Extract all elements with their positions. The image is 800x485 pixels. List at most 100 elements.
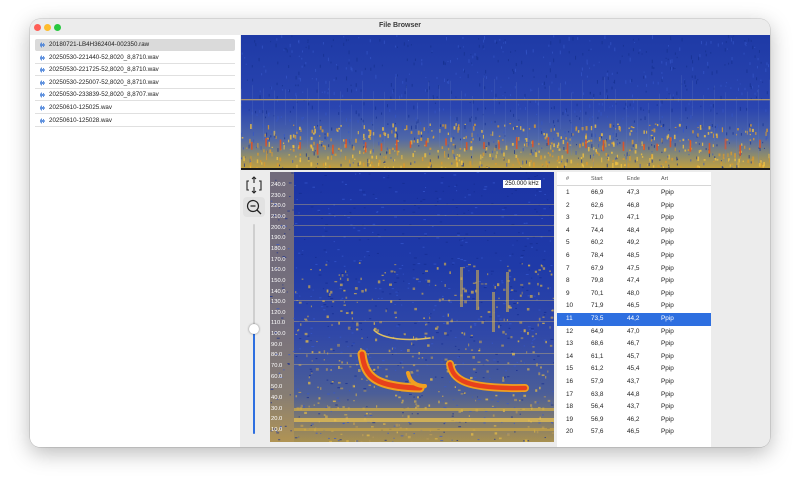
- table-cell: 19: [566, 415, 574, 423]
- file-list-item[interactable]: 20250530-233839-52,8020_8,8707.wav: [35, 89, 235, 102]
- file-name: 20180721-LB4H362404-002350.raw: [49, 41, 150, 48]
- zoomed-spectrogram[interactable]: 250.000 kHz 240.0 230.0 220.0 210.0 200.0 190…: [270, 172, 554, 442]
- column-header-ende[interactable]: Ende: [627, 176, 640, 182]
- table-cell: Ppip: [661, 201, 674, 209]
- table-row[interactable]: 16 57,9 43,7 Ppip: [557, 376, 711, 389]
- table-cell: 64,9: [591, 327, 604, 335]
- frequency-tick-label: 70.0: [271, 363, 283, 370]
- table-cell: 5: [566, 239, 570, 247]
- overview-spectrogram[interactable]: [241, 35, 770, 168]
- table-cell: 67,9: [591, 264, 604, 272]
- table-cell: 10: [566, 302, 574, 310]
- table-cell: 71,9: [591, 302, 604, 310]
- table-cell: 63,8: [591, 390, 604, 398]
- file-list: 20180721-LB4H362404-002350.raw 20250530-2…: [30, 35, 240, 447]
- table-cell: 47,4: [627, 277, 640, 285]
- overview-divider: [241, 168, 770, 170]
- frequency-tick-label: 210.0: [271, 213, 286, 220]
- table-row[interactable]: 18 56,4 43,7 Ppip: [557, 401, 711, 414]
- frequency-tick-label: 40.0: [271, 395, 283, 401]
- table-cell: 6: [566, 252, 570, 259]
- spectrogram-toolbar: [241, 172, 268, 447]
- file-list-item[interactable]: 20250530-225007-52,8020_8,8710.wav: [35, 77, 235, 89]
- table-row[interactable]: 8 79,8 47,4 Ppip: [557, 275, 711, 288]
- table-row[interactable]: 1 66,9 47,3 Ppip: [557, 187, 711, 200]
- fit-vertical-icon: [246, 176, 262, 194]
- file-list-item[interactable]: 20180721-LB4H362404-002350.raw: [35, 39, 235, 51]
- file-list-item[interactable]: 20250530-221440-52,8020_8,8710.wav: [35, 52, 235, 64]
- table-cell: 17: [566, 390, 574, 398]
- waveform-icon: [40, 55, 45, 61]
- column-header-start[interactable]: Start: [591, 176, 603, 182]
- file-list-item[interactable]: 20250610-125025.wav: [35, 102, 235, 114]
- file-name: 20250530-233839-52,8020_8,8707.wav: [49, 91, 159, 99]
- table-cell: 70,1: [591, 289, 604, 297]
- table-row[interactable]: 20 57,6 46,5 Ppip: [557, 426, 711, 439]
- table-row[interactable]: 7 67,9 47,5 Ppip: [557, 263, 711, 276]
- frequency-readout: 250.000 kHz: [503, 180, 541, 188]
- table-row[interactable]: 3 71,0 47,1 Ppip: [557, 212, 711, 225]
- table-cell: 47,0: [627, 327, 640, 335]
- table-row[interactable]: 9 70,1 48,0 Ppip: [557, 288, 711, 301]
- table-cell: 46,5: [627, 428, 640, 436]
- zoom-slider-knob[interactable]: [249, 324, 259, 334]
- table-cell: 2: [566, 201, 570, 209]
- frequency-tick-label: 110.0: [271, 320, 286, 327]
- table-cell: 46,5: [627, 302, 640, 310]
- table-cell: 68,6: [591, 340, 604, 348]
- table-row[interactable]: 5 60,2 49,2 Ppip: [557, 237, 711, 250]
- table-cell: Ppip: [661, 226, 674, 234]
- zoomed-spectrogram-image: [270, 172, 554, 442]
- frequency-tick-label: 190.0: [271, 235, 286, 242]
- table-cell: 74,4: [591, 226, 604, 234]
- frequency-tick-label: 170.0: [271, 256, 286, 263]
- table-row[interactable]: 15 61,2 45,4 Ppip: [557, 363, 711, 376]
- waveform-icon: [40, 105, 45, 111]
- table-cell: 7: [566, 264, 570, 272]
- table-cell: 47,1: [627, 214, 640, 222]
- file-name: 20250610-125025.wav: [49, 104, 112, 111]
- table-row[interactable]: 17 63,8 44,8 Ppip: [557, 389, 711, 402]
- frequency-tick-label: 180.0: [271, 245, 286, 252]
- frequency-tick-label: 140.0: [271, 288, 286, 295]
- table-cell: 4: [566, 226, 570, 234]
- file-list-item[interactable]: 20250530-221725-52,8020_8,8710.wav: [35, 64, 235, 77]
- table-row[interactable]: 4 74,4 48,4 Ppip: [557, 225, 711, 238]
- table-header: # Start Ende Art: [557, 172, 711, 186]
- window-title: File Browser: [378, 22, 421, 29]
- table-cell: 18: [566, 403, 574, 411]
- fit-vertical-button[interactable]: [243, 175, 265, 195]
- table-row[interactable]: 2 62,6 46,8 Ppip: [557, 200, 711, 213]
- table-cell: 45,7: [627, 352, 640, 360]
- zoom-out-button[interactable]: [243, 197, 265, 217]
- table-row[interactable]: 10 71,9 46,5 Ppip: [557, 300, 711, 313]
- table-row[interactable]: 6 78,4 48,5 Ppip: [557, 250, 711, 263]
- table-cell: 15: [566, 365, 574, 373]
- table-cell: Ppip: [661, 340, 674, 348]
- table-row[interactable]: 12 64,9 47,0 Ppip: [557, 326, 711, 339]
- file-list-item[interactable]: 20250610-125028.wav: [35, 115, 235, 127]
- table-cell: Ppip: [661, 428, 674, 436]
- column-header-art[interactable]: Art: [661, 176, 668, 182]
- file-name: 20250530-221440-52,8020_8,8710.wav: [49, 53, 159, 61]
- table-row[interactable]: 13 68,6 46,7 Ppip: [557, 338, 711, 351]
- table-cell: Ppip: [661, 415, 674, 423]
- table-cell: 62,6: [591, 201, 604, 209]
- frequency-tick-label: 60.0: [271, 373, 283, 380]
- table-cell: 45,4: [627, 365, 640, 373]
- table-cell: 48,4: [627, 226, 640, 234]
- empty-panel: [711, 172, 770, 447]
- file-name: 20250610-125028.wav: [49, 116, 112, 124]
- table-cell: 3: [566, 214, 570, 222]
- table-cell: Ppip: [661, 239, 674, 247]
- table-row[interactable]: 11 73,5 44,2 Ppip: [557, 313, 711, 326]
- table-cell: 61,2: [591, 365, 604, 373]
- table-cell: 49,2: [627, 239, 640, 247]
- column-header-number[interactable]: #: [566, 176, 569, 182]
- frequency-tick-label: 160.0: [271, 267, 286, 274]
- table-cell: 44,2: [627, 315, 640, 322]
- table-cell: 48,0: [627, 289, 640, 297]
- table-row[interactable]: 19 56,9 46,2 Ppip: [557, 414, 711, 427]
- table-row[interactable]: 14 61,1 45,7 Ppip: [557, 351, 711, 364]
- table-cell: 57,6: [591, 428, 604, 436]
